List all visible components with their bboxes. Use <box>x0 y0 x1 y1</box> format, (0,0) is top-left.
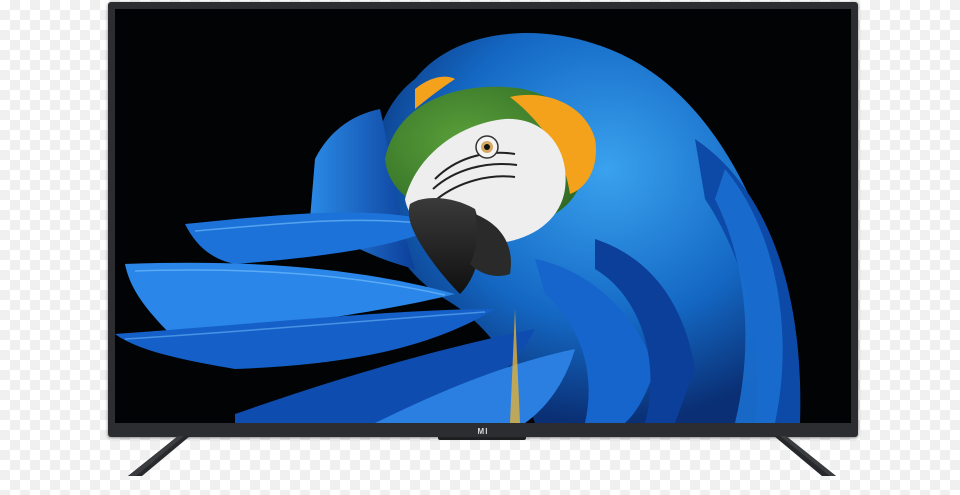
macaw-parrot-image <box>115 33 801 423</box>
tv-screen <box>115 9 851 423</box>
television-set: MI <box>108 2 858 440</box>
left-stand-leg <box>128 436 190 476</box>
brand-logo: MI <box>477 427 489 436</box>
ir-sensor-bar <box>438 437 526 440</box>
right-stand-leg <box>774 436 836 476</box>
